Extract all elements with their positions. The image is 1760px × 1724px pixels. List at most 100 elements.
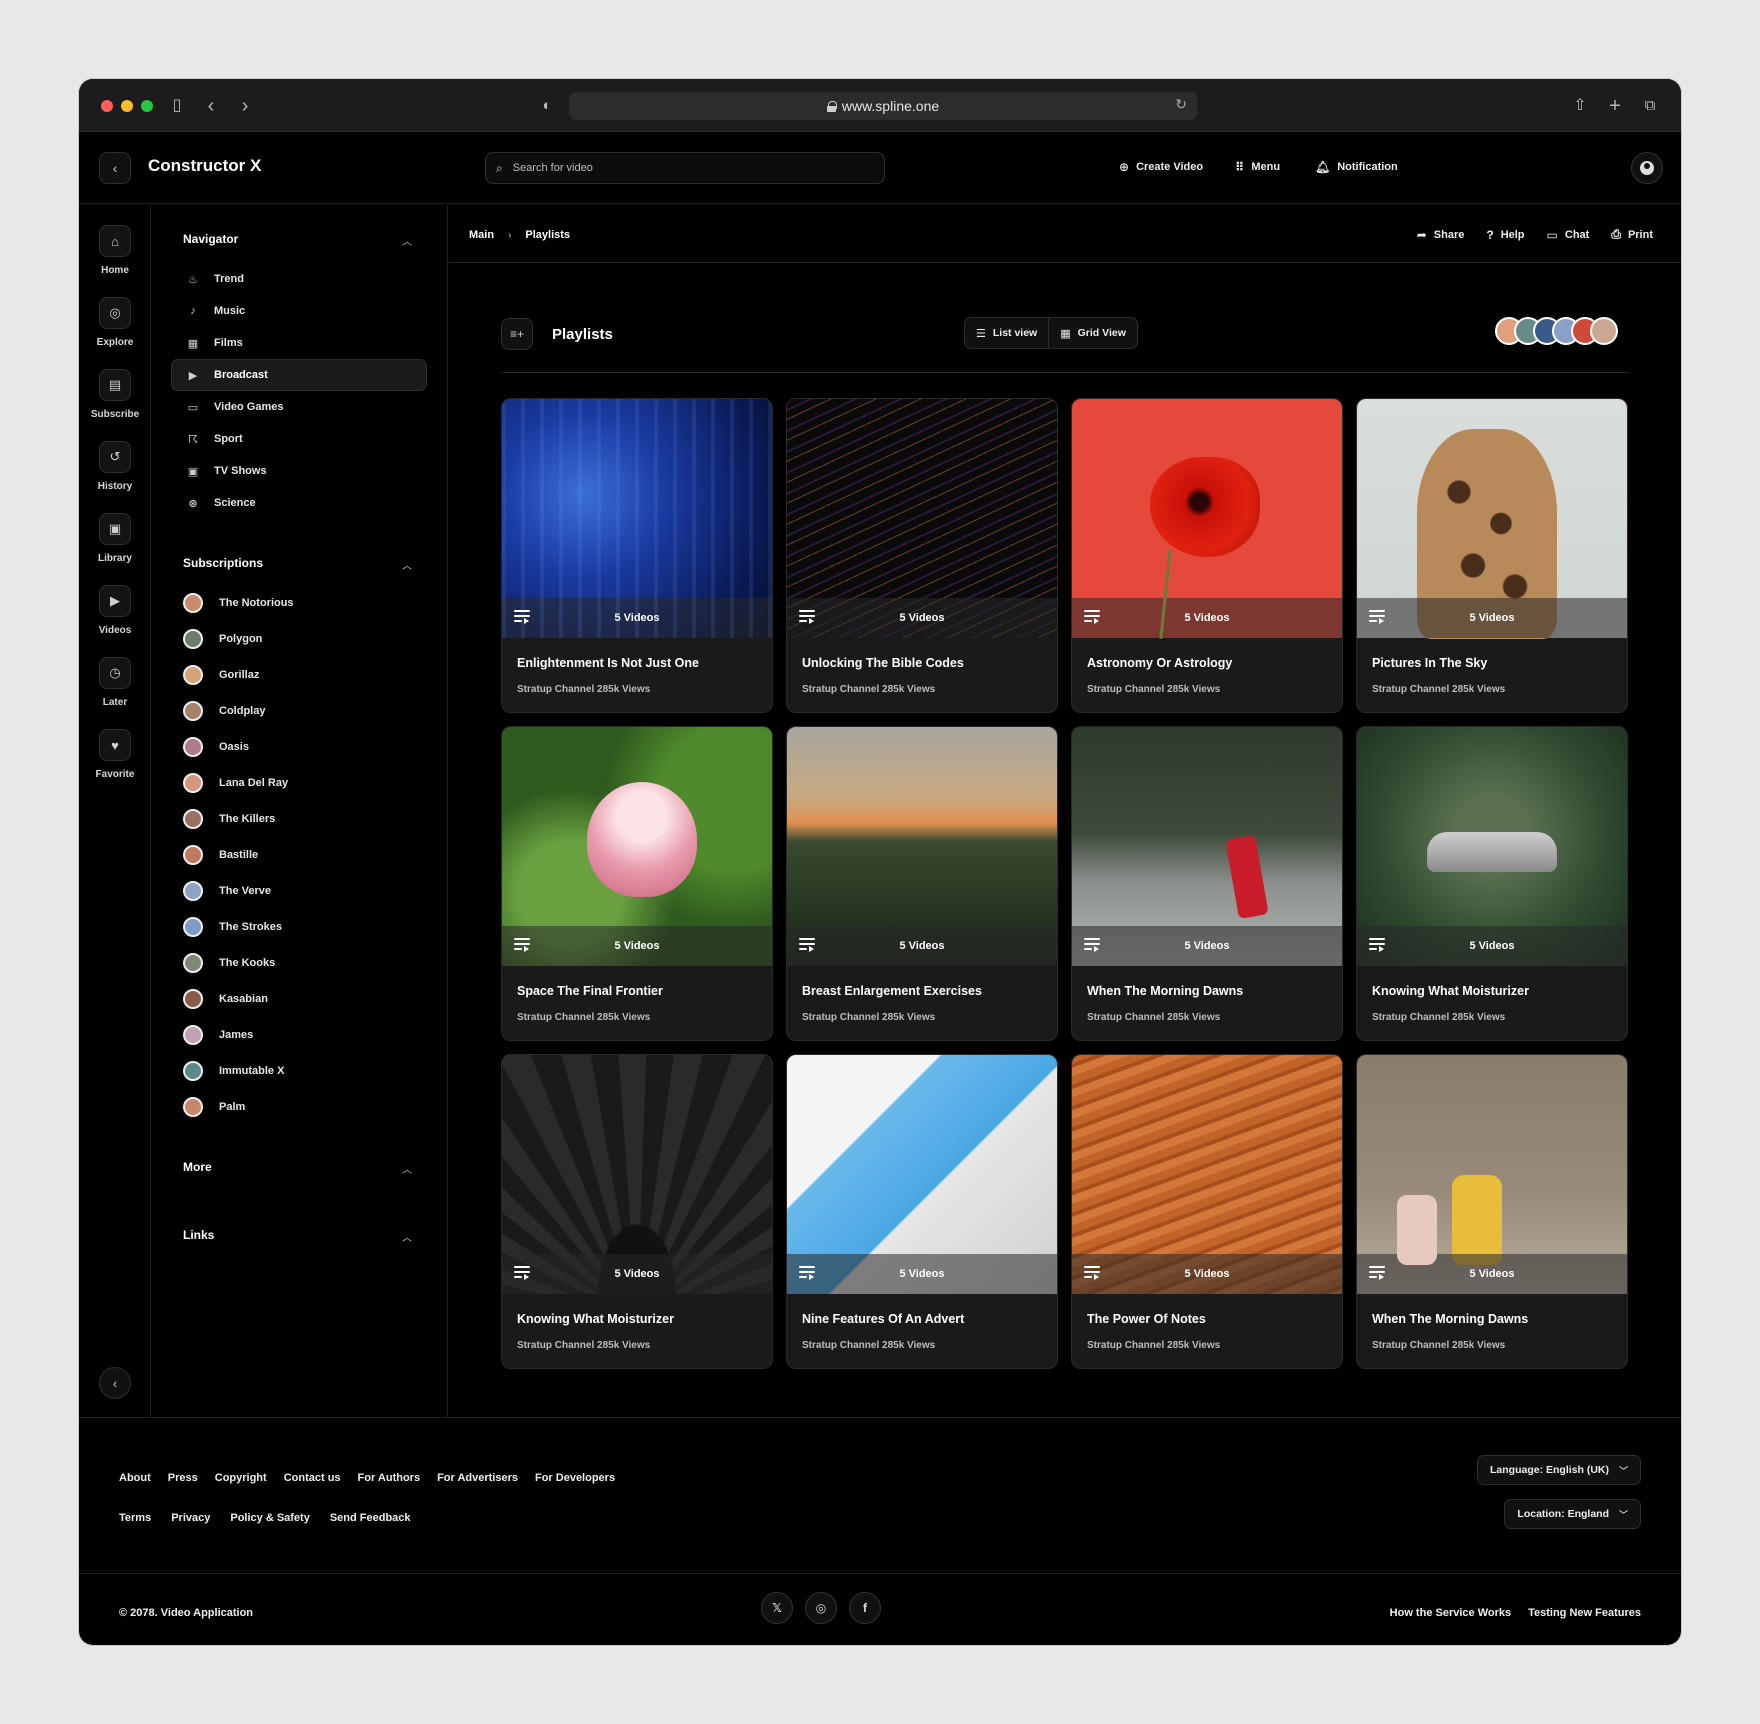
footer-link-advertisers[interactable]: For Advertisers bbox=[437, 1472, 518, 1484]
rail-item-history[interactable]: ↺ History bbox=[79, 441, 151, 492]
footer-link-copyright[interactable]: Copyright bbox=[215, 1472, 267, 1484]
search-box[interactable]: ⌕ bbox=[485, 152, 885, 184]
nav-item-music[interactable]: ♪ Music bbox=[172, 295, 428, 327]
create-video-button[interactable]: ⊕ Create Video bbox=[1119, 160, 1203, 174]
rail-item-explore[interactable]: ◎ Explore bbox=[79, 297, 151, 348]
playlist-title[interactable]: Space The Final Frontier bbox=[517, 984, 663, 998]
footer-link-authors[interactable]: For Authors bbox=[358, 1472, 421, 1484]
nav-item-films[interactable]: ▦ Films bbox=[172, 327, 428, 359]
subscription-item[interactable]: Lana Del Ray bbox=[183, 772, 288, 794]
playlist-thumbnail[interactable]: 5 Videos bbox=[1357, 727, 1627, 966]
playlist-thumbnail[interactable]: 5 Videos bbox=[787, 1055, 1057, 1294]
footer-link-testing[interactable]: Testing New Features bbox=[1528, 1607, 1641, 1619]
subscription-item[interactable]: Gorillaz bbox=[183, 664, 259, 686]
grid-view-button[interactable]: ▦ Grid View bbox=[1048, 318, 1137, 348]
playlist-title[interactable]: The Power Of Notes bbox=[1087, 1312, 1206, 1326]
subscription-item[interactable]: The Strokes bbox=[183, 916, 282, 938]
instagram-icon[interactable]: ◎ bbox=[805, 1592, 837, 1624]
nav-item-trend[interactable]: ♨ Trend bbox=[172, 263, 428, 295]
links-title[interactable]: Links bbox=[183, 1228, 214, 1242]
subscription-item[interactable]: The Killers bbox=[183, 808, 275, 830]
playlist-card[interactable]: 5 Videos Nine Features Of An Advert Stra… bbox=[786, 1054, 1058, 1369]
playlist-card[interactable]: 5 Videos Knowing What Moisturizer Stratu… bbox=[501, 1054, 773, 1369]
subscription-item[interactable]: The Verve bbox=[183, 880, 271, 902]
playlist-title[interactable]: Knowing What Moisturizer bbox=[1372, 984, 1529, 998]
playlist-title[interactable]: Pictures In The Sky bbox=[1372, 656, 1487, 670]
playlist-card[interactable]: 5 Videos When The Morning Dawns Stratup … bbox=[1356, 1054, 1628, 1369]
nav-item-sport[interactable]: ☈ Sport bbox=[172, 423, 428, 455]
address-bar[interactable]: www.spline.one ↻ bbox=[569, 92, 1197, 120]
nav-item-broadcast[interactable]: ▶ Broadcast bbox=[171, 359, 427, 391]
footer-link-how-it-works[interactable]: How the Service Works bbox=[1390, 1607, 1511, 1619]
rail-item-subscribe[interactable]: ▤ Subscribe bbox=[79, 369, 151, 420]
subscription-item[interactable]: Bastille bbox=[183, 844, 258, 866]
new-tab-icon[interactable]: + bbox=[1603, 94, 1627, 118]
subscription-item[interactable]: Kasabian bbox=[183, 988, 268, 1010]
search-input[interactable] bbox=[512, 162, 853, 174]
help-button[interactable]: ? Help bbox=[1486, 227, 1524, 242]
nav-item-tv-shows[interactable]: ▣ TV Shows bbox=[172, 455, 428, 487]
collapse-sidebar-button[interactable]: ‹ bbox=[99, 1367, 131, 1399]
footer-link-contact[interactable]: Contact us bbox=[284, 1472, 341, 1484]
add-playlist-button[interactable]: ≡+ bbox=[501, 318, 533, 350]
subscription-item[interactable]: Immutable X bbox=[183, 1060, 284, 1082]
forward-arrow-icon[interactable]: › bbox=[233, 94, 257, 118]
playlist-thumbnail[interactable]: 5 Videos bbox=[1072, 399, 1342, 638]
playlist-thumbnail[interactable]: 5 Videos bbox=[1357, 1055, 1627, 1294]
playlist-thumbnail[interactable]: 5 Videos bbox=[787, 727, 1057, 966]
maximize-window-button[interactable] bbox=[141, 100, 153, 112]
chat-button[interactable]: ▭ Chat bbox=[1547, 227, 1590, 242]
playlist-thumbnail[interactable]: 5 Videos bbox=[1357, 399, 1627, 639]
footer-link-press[interactable]: Press bbox=[168, 1472, 198, 1484]
playlist-title[interactable]: Breast Enlargement Exercises bbox=[802, 984, 982, 998]
footer-link-terms[interactable]: Terms bbox=[119, 1512, 151, 1524]
playlist-thumbnail[interactable]: 5 Videos bbox=[502, 727, 772, 966]
playlist-title[interactable]: When The Morning Dawns bbox=[1087, 984, 1243, 998]
chevron-up-icon[interactable]: ︿ bbox=[402, 233, 412, 248]
back-button[interactable]: ‹ bbox=[99, 152, 131, 184]
facebook-icon[interactable]: f bbox=[849, 1592, 881, 1624]
back-arrow-icon[interactable]: ‹ bbox=[199, 94, 223, 118]
footer-link-feedback[interactable]: Send Feedback bbox=[330, 1512, 411, 1524]
playlist-thumbnail[interactable]: 5 Videos bbox=[1072, 1055, 1342, 1294]
playlist-title[interactable]: Astronomy Or Astrology bbox=[1087, 656, 1232, 670]
subscription-item[interactable]: Polygon bbox=[183, 628, 262, 650]
rail-item-later[interactable]: ◷ Later bbox=[79, 657, 151, 708]
notification-button[interactable]: 🔔︎ Notification bbox=[1315, 160, 1398, 174]
x-icon[interactable]: 𝕏 bbox=[761, 1592, 793, 1624]
playlist-card[interactable]: 5 Videos Enlightenment Is Not Just One S… bbox=[501, 398, 773, 713]
playlist-card[interactable]: 5 Videos Space The Final Frontier Stratu… bbox=[501, 726, 773, 1041]
playlist-thumbnail[interactable]: 5 Videos bbox=[1072, 727, 1342, 966]
sidebar-toggle-icon[interactable]: ▯ bbox=[165, 94, 189, 118]
collaborator-avatars[interactable] bbox=[1495, 317, 1618, 345]
nav-item-video-games[interactable]: ▭ Video Games bbox=[172, 391, 428, 423]
profile-button[interactable] bbox=[1631, 152, 1663, 184]
reload-icon[interactable]: ↻ bbox=[1175, 96, 1187, 113]
playlist-card[interactable]: 5 Videos Astronomy Or Astrology Stratup … bbox=[1071, 398, 1343, 713]
footer-link-policy[interactable]: Policy & Safety bbox=[230, 1512, 309, 1524]
location-select[interactable]: Location: England ﹀ bbox=[1504, 1499, 1641, 1529]
rail-item-home[interactable]: ⌂ Home bbox=[79, 225, 151, 276]
rail-item-library[interactable]: ▣ Library bbox=[79, 513, 151, 564]
share-browser-icon[interactable]: ⇧ bbox=[1568, 94, 1592, 118]
nav-item-science[interactable]: ⊛ Science bbox=[172, 487, 428, 519]
subscription-item[interactable]: Coldplay bbox=[183, 700, 265, 722]
footer-link-about[interactable]: About bbox=[119, 1472, 151, 1484]
shield-icon[interactable]: ◐ bbox=[535, 94, 559, 118]
chevron-up-icon[interactable]: ︿ bbox=[402, 1161, 412, 1176]
playlist-card[interactable]: 5 Videos Unlocking The Bible Codes Strat… bbox=[786, 398, 1058, 713]
playlist-title[interactable]: When The Morning Dawns bbox=[1372, 1312, 1528, 1326]
playlist-card[interactable]: 5 Videos The Power Of Notes Stratup Chan… bbox=[1071, 1054, 1343, 1369]
playlist-title[interactable]: Enlightenment Is Not Just One bbox=[517, 656, 699, 670]
playlist-card[interactable]: 5 Videos When The Morning Dawns Stratup … bbox=[1071, 726, 1343, 1041]
playlist-card[interactable]: 5 Videos Pictures In The Sky Stratup Cha… bbox=[1356, 398, 1628, 713]
chevron-up-icon[interactable]: ︿ bbox=[402, 557, 412, 572]
subscription-item[interactable]: James bbox=[183, 1024, 253, 1046]
rail-item-videos[interactable]: ▶ Videos bbox=[79, 585, 151, 636]
print-button[interactable]: ⎙ Print bbox=[1611, 227, 1653, 242]
chevron-up-icon[interactable]: ︿ bbox=[402, 1229, 412, 1244]
playlist-card[interactable]: 5 Videos Knowing What Moisturizer Stratu… bbox=[1356, 726, 1628, 1041]
playlist-thumbnail[interactable]: 5 Videos bbox=[787, 399, 1057, 638]
breadcrumb-main[interactable]: Main bbox=[469, 229, 494, 241]
menu-button[interactable]: ⠿ Menu bbox=[1235, 160, 1280, 174]
